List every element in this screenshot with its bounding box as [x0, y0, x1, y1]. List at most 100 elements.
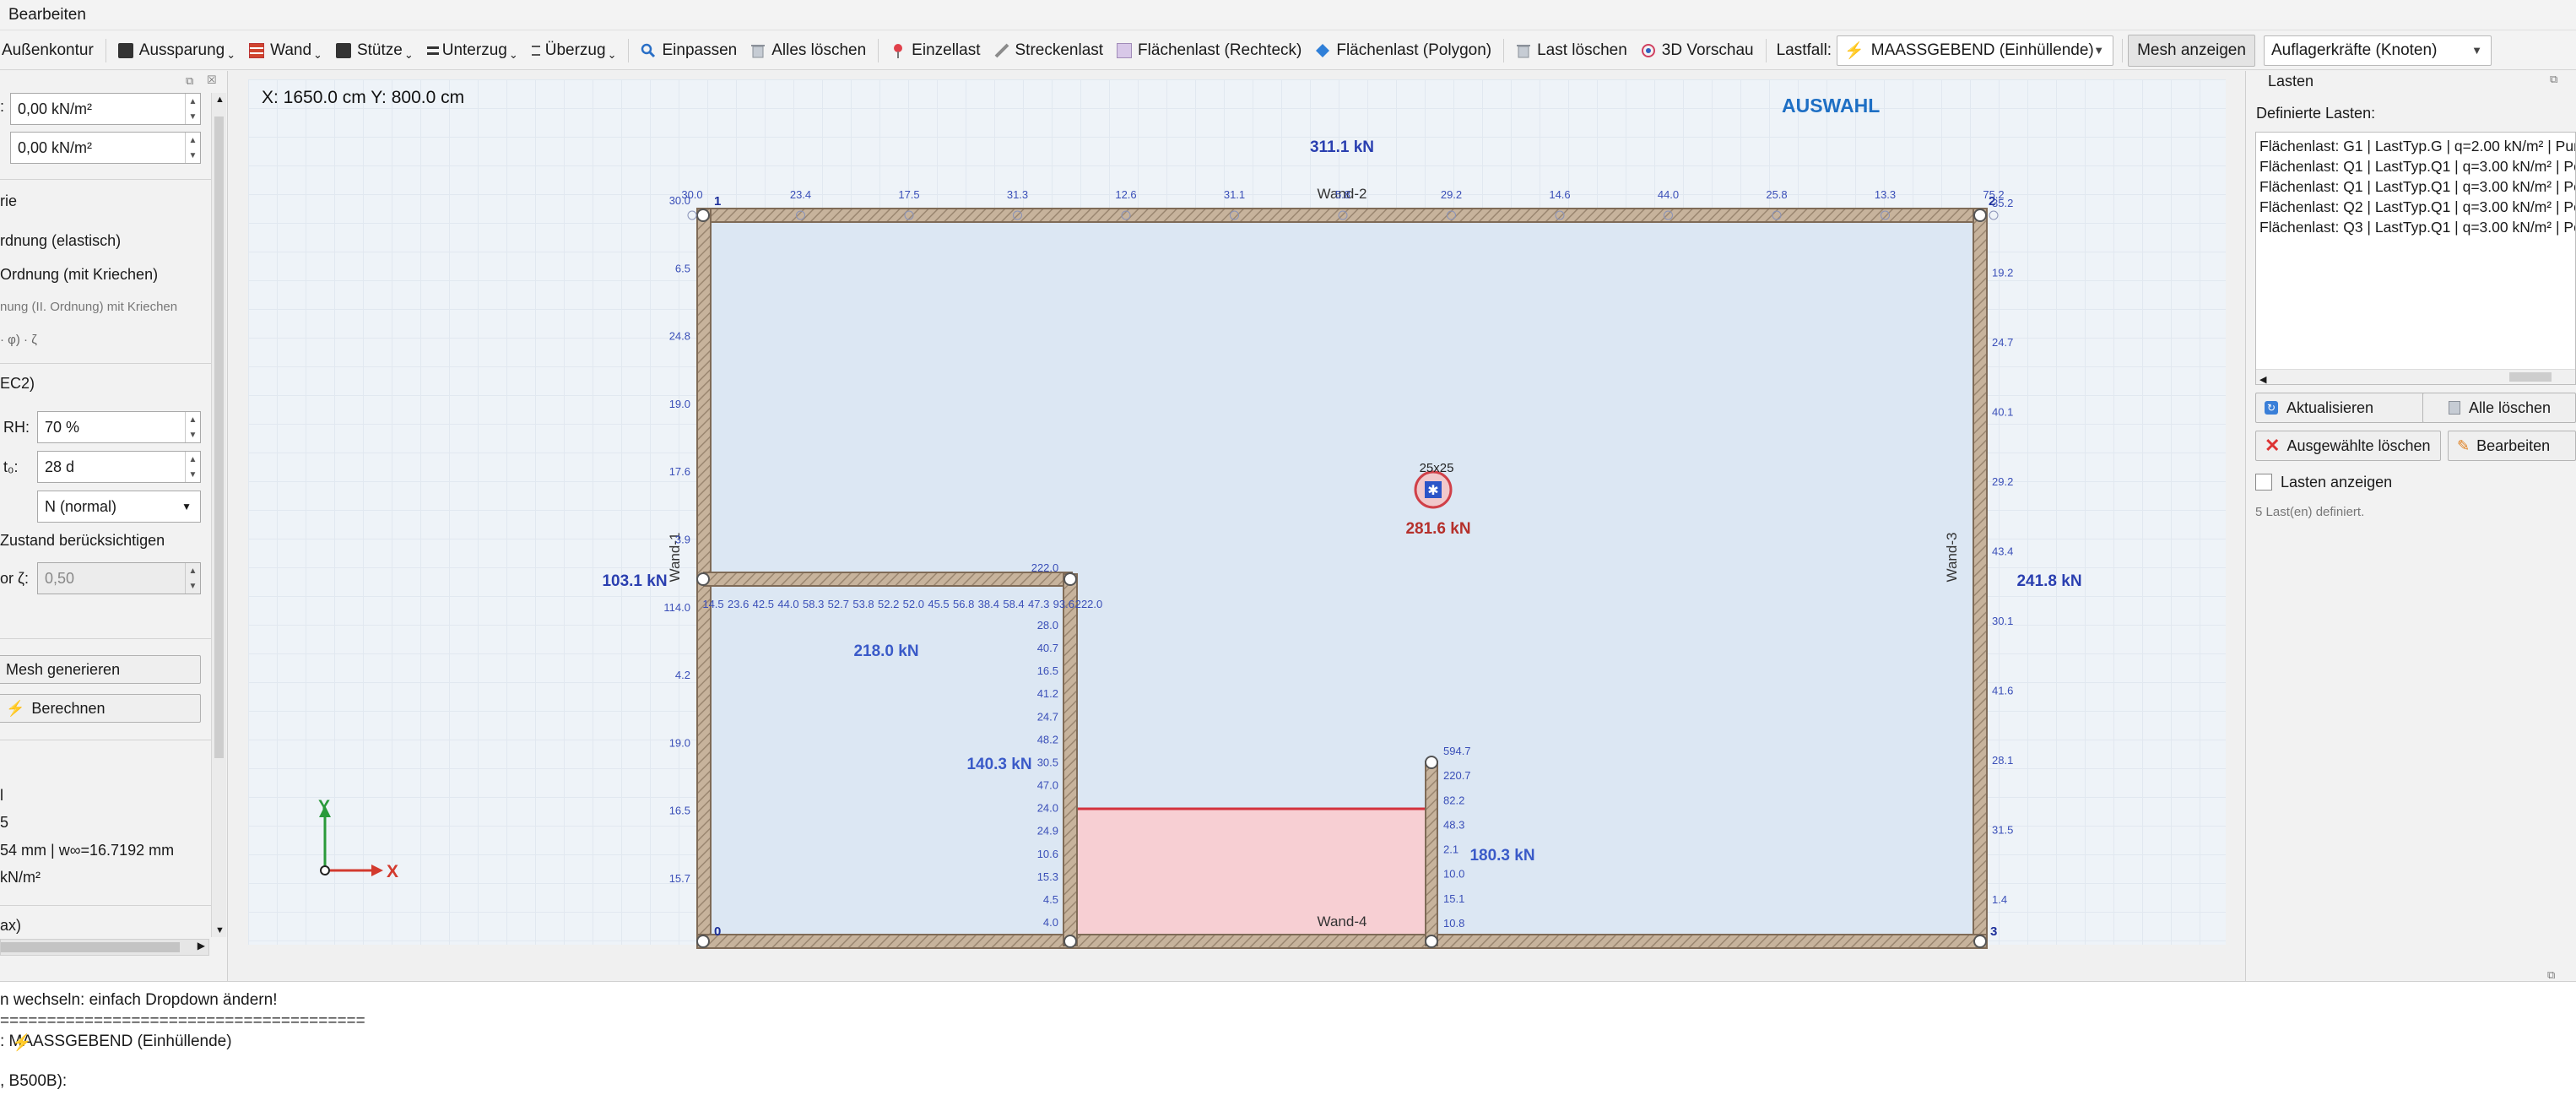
lasten-anzeigen-checkbox[interactable]	[2255, 474, 2272, 491]
lastfall-select[interactable]: ⚡ MAASSGEBEND (Einhüllende) ▼	[1837, 35, 2114, 66]
formula-text: · φ) · ζ	[0, 333, 37, 347]
drawing-canvas[interactable]	[248, 79, 2226, 945]
aktualisieren-label: Aktualisieren	[2286, 398, 2374, 416]
unterzug-button[interactable]: Unterzug ⌄	[420, 34, 525, 68]
einpassen-button[interactable]: Einpassen	[634, 34, 744, 68]
mesh-generieren-button[interactable]: Mesh generieren	[0, 655, 201, 684]
section-divider	[0, 638, 211, 639]
vertical-scrollbar[interactable]: ▲ ▼	[211, 93, 226, 937]
zeta-label: or ζ:	[0, 570, 29, 587]
toolbar-separator	[1503, 38, 1505, 62]
mesh-anzeigen-toggle[interactable]: Mesh anzeigen	[2128, 34, 2255, 67]
console-line-3: ⚡ : MAASSGEBEND (Einhüllende)	[0, 1033, 232, 1052]
section-theorie: rie	[0, 192, 18, 209]
aussparung-icon	[117, 42, 133, 58]
t0-value: 28 d	[45, 458, 75, 475]
vorschau-3d-button[interactable]: 3D Vorschau	[1634, 34, 1761, 68]
toolbar: Außenkontur Aussparung ⌄ Wand ⌄ Stütze ⌄ Un…	[0, 31, 2576, 70]
berechnen-button[interactable]: ⚡ Berechnen	[0, 694, 201, 723]
last-loeschen-button[interactable]: Last löschen	[1509, 34, 1634, 68]
spin-arrows-icon[interactable]: ▲ ▼	[185, 452, 200, 482]
list-item[interactable]: Flächenlast: Q2 | LastTyp.Q1 | q=3.00 kN…	[2259, 197, 2575, 217]
close-icon[interactable]: ☒	[207, 73, 217, 87]
alles-loeschen-button[interactable]: Alles löschen	[744, 34, 873, 68]
last-loeschen-label: Last löschen	[1537, 41, 1627, 59]
aussparung-button[interactable]: Aussparung ⌄	[111, 34, 242, 68]
option-elastisch[interactable]: rdnung (elastisch)	[0, 232, 121, 250]
ergebnis-select[interactable]: Auflagerkräfte (Knoten) ▼	[2263, 35, 2492, 66]
zeta-input[interactable]: 0,50 ▲ ▼	[37, 562, 201, 594]
list-item[interactable]: Flächenlast: Q1 | LastTyp.Q1 | q=3.00 kN…	[2259, 156, 2575, 176]
float-icon[interactable]: ⧉	[2547, 968, 2555, 982]
scroll-down-icon[interactable]: ▼	[215, 925, 225, 935]
list-horizontal-scrollbar[interactable]: ◀	[2256, 369, 2575, 384]
ausgewaehlte-loeschen-button[interactable]: ✕ Ausgewählte löschen	[2255, 431, 2441, 461]
field2-input[interactable]: 0,00 kN/m² ▲ ▼	[10, 132, 201, 164]
toolbar-separator	[1765, 38, 1767, 62]
scroll-thumb[interactable]	[2509, 372, 2552, 382]
spin-arrows-icon[interactable]: ▲ ▼	[185, 412, 200, 442]
console-line-1: n wechseln: einfach Dropdown ändern!	[0, 991, 278, 1009]
option-kriechen[interactable]: Ordnung (mit Kriechen)	[0, 266, 158, 284]
section-ec2: EC2)	[0, 375, 35, 392]
lightning-icon: ⚡	[1844, 41, 1864, 60]
coordinate-readout: X: 1650.0 cm Y: 800.0 cm	[262, 88, 465, 107]
float-icon[interactable]: ⧉	[186, 74, 193, 88]
flaechenlast-rechteck-button[interactable]: Flächenlast (Rechteck)	[1110, 34, 1308, 68]
scroll-left-icon[interactable]: ◀	[2259, 370, 2266, 384]
vorschau-3d-label: 3D Vorschau	[1661, 41, 1754, 59]
ruler-icon	[994, 43, 1009, 58]
spin-arrows-icon[interactable]: ▲ ▼	[185, 133, 200, 163]
trash-icon	[750, 43, 766, 58]
cement-select[interactable]: N (normal) ▼	[37, 491, 201, 523]
flaechenlast-rechteck-label: Flächenlast (Rechteck)	[1138, 41, 1302, 59]
ueberzug-icon	[531, 45, 540, 56]
result-line-2: 5	[0, 814, 9, 831]
console-output: ⧉ n wechseln: einfach Dropdown ändern! =…	[0, 968, 2576, 1095]
zustand-checkbox-label[interactable]: Zustand berücksichtigen	[0, 532, 165, 550]
t0-label: t₀:	[3, 458, 19, 475]
scroll-thumb[interactable]	[214, 117, 224, 758]
scroll-thumb[interactable]	[1, 942, 180, 952]
berechnen-label: Berechnen	[31, 699, 106, 717]
ueberzug-button[interactable]: Überzug ⌄	[525, 34, 624, 68]
scroll-up-icon[interactable]: ▲	[215, 95, 225, 105]
float-icon[interactable]: ⧉	[2550, 73, 2557, 86]
section-divider	[0, 905, 211, 906]
bearbeiten-button[interactable]: ✎ Bearbeiten	[2448, 431, 2576, 461]
rh-input[interactable]: 70 % ▲ ▼	[37, 411, 201, 443]
ergebnis-value: Auflagerkräfte (Knoten)	[2270, 41, 2438, 59]
list-item[interactable]: Flächenlast: Q1 | LastTyp.Q1 | q=3.00 kN…	[2259, 176, 2575, 197]
result-line-5: ax)	[0, 917, 22, 934]
rh-label: RH:	[3, 419, 30, 436]
scroll-right-icon[interactable]: ▶	[198, 940, 205, 951]
alle-loeschen-button[interactable]: Alle löschen	[2422, 393, 2576, 423]
rh-value: 70 %	[45, 418, 80, 436]
spin-arrows-icon[interactable]: ▲ ▼	[185, 563, 200, 594]
einzellast-button[interactable]: Einzellast	[884, 34, 987, 68]
list-item[interactable]: Flächenlast: G1 | LastTyp.G | q=2.00 kN/…	[2259, 136, 2575, 156]
brick-icon	[249, 42, 265, 58]
alles-loeschen-label: Alles löschen	[771, 41, 867, 59]
refresh-icon: ↻	[2265, 401, 2278, 415]
lastfall-label: Lastfall:	[1776, 41, 1832, 59]
aussenkontur-button[interactable]: Außenkontur	[0, 34, 100, 68]
menu-bar: Bearbeiten	[0, 0, 2576, 30]
spin-arrows-icon[interactable]: ▲ ▼	[185, 94, 200, 124]
list-item[interactable]: Flächenlast: Q3 | LastTyp.Q1 | q=3.00 kN…	[2259, 217, 2575, 237]
field1-input[interactable]: 0,00 kN/m² ▲ ▼	[10, 93, 201, 125]
horizontal-scrollbar[interactable]: ▶	[0, 939, 209, 956]
t0-input[interactable]: 28 d ▲ ▼	[37, 451, 201, 483]
menu-bearbeiten[interactable]: Bearbeiten	[8, 6, 86, 24]
stuetze-icon	[335, 42, 351, 58]
aktualisieren-button[interactable]: ↻ Aktualisieren	[2255, 393, 2424, 423]
load-list[interactable]: Flächenlast: G1 | LastTyp.G | q=2.00 kN/…	[2255, 132, 2576, 385]
cement-value: N (normal)	[45, 497, 117, 515]
wand-label: Wand	[270, 41, 312, 59]
streckenlast-button[interactable]: Streckenlast	[988, 34, 1111, 68]
wand-button[interactable]: Wand ⌄	[242, 34, 329, 68]
stuetze-button[interactable]: Stütze ⌄	[329, 34, 420, 68]
flaechenlast-polygon-button[interactable]: Flächenlast (Polygon)	[1308, 34, 1498, 68]
pin-icon	[890, 43, 906, 58]
unterzug-label: Unterzug	[441, 41, 507, 59]
